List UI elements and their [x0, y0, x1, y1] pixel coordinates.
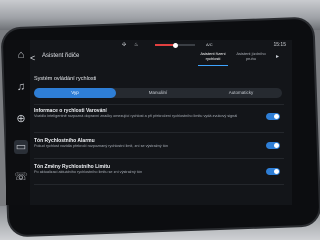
left-nav-rail: ⌂ ♫ ⊕ ▭ ☏: [6, 40, 30, 205]
page-title: Asistent řidiče: [42, 53, 80, 59]
list-item: Tón Rychlostního Alarmu Pokud rychlost v…: [34, 138, 284, 149]
speed-control-selector: Vyp Manuální Automaticky: [34, 88, 282, 98]
option-manual[interactable]: Manuální: [117, 88, 199, 98]
option-off[interactable]: Vyp: [34, 88, 116, 98]
seat-heat-icon[interactable]: ♨: [134, 42, 138, 48]
row-description: Po aktualizaci aktuálního rychlostního l…: [34, 170, 143, 174]
status-bar: ✣ ♨ A/C 15:15: [30, 40, 292, 50]
infotainment-screen: ✣ ♨ A/C 15:15 < Asistent řidiče Asistent…: [30, 40, 292, 205]
tab-bar: Asistent řízení rychlosti Asistent jízdn…: [196, 51, 292, 69]
list-item: Informace o rychlosti Varování Vozidlo i…: [34, 108, 284, 120]
back-button[interactable]: <: [30, 52, 40, 64]
tab-speed-assist[interactable]: Asistent řízení rychlosti: [196, 51, 230, 61]
divider: [34, 184, 284, 185]
speed-limit-change-toggle[interactable]: [266, 168, 280, 175]
row-description: Vozidlo inteligentně rozpozná dopravní z…: [34, 114, 238, 118]
driver-assist-icon[interactable]: ⊕: [14, 112, 28, 126]
music-note-icon[interactable]: ♫: [14, 80, 28, 94]
option-automatic[interactable]: Automaticky: [200, 88, 282, 98]
car-icon[interactable]: ▭: [14, 140, 28, 154]
speed-warning-toggle[interactable]: [266, 113, 280, 120]
home-icon[interactable]: ⌂: [14, 48, 28, 62]
active-tab-indicator: [198, 65, 228, 66]
ac-label[interactable]: A/C: [206, 42, 213, 47]
tab-lane-assist[interactable]: Asistent jízdního pruhu: [234, 51, 268, 61]
speed-alarm-tone-toggle[interactable]: [266, 142, 280, 149]
clock: 15:15: [273, 42, 286, 48]
divider: [34, 158, 284, 159]
phone-icon[interactable]: ☏: [14, 170, 28, 184]
list-item: Tón Změny Rychlostního Limitu Po aktuali…: [34, 164, 284, 175]
slider-knob[interactable]: [173, 42, 178, 48]
top-bar: < Asistent řidiče Asistent řízení rychlo…: [30, 50, 292, 66]
divider: [34, 104, 284, 105]
chevron-right-icon[interactable]: ▸: [276, 53, 279, 60]
row-description: Pokud rychlost vozidla překročí rozpozna…: [34, 144, 168, 148]
divider: [34, 132, 284, 133]
fan-icon[interactable]: ✣: [122, 42, 126, 48]
temperature-slider[interactable]: [155, 42, 195, 48]
speed-control-heading: Systém ovládání rychlosti: [34, 76, 97, 82]
